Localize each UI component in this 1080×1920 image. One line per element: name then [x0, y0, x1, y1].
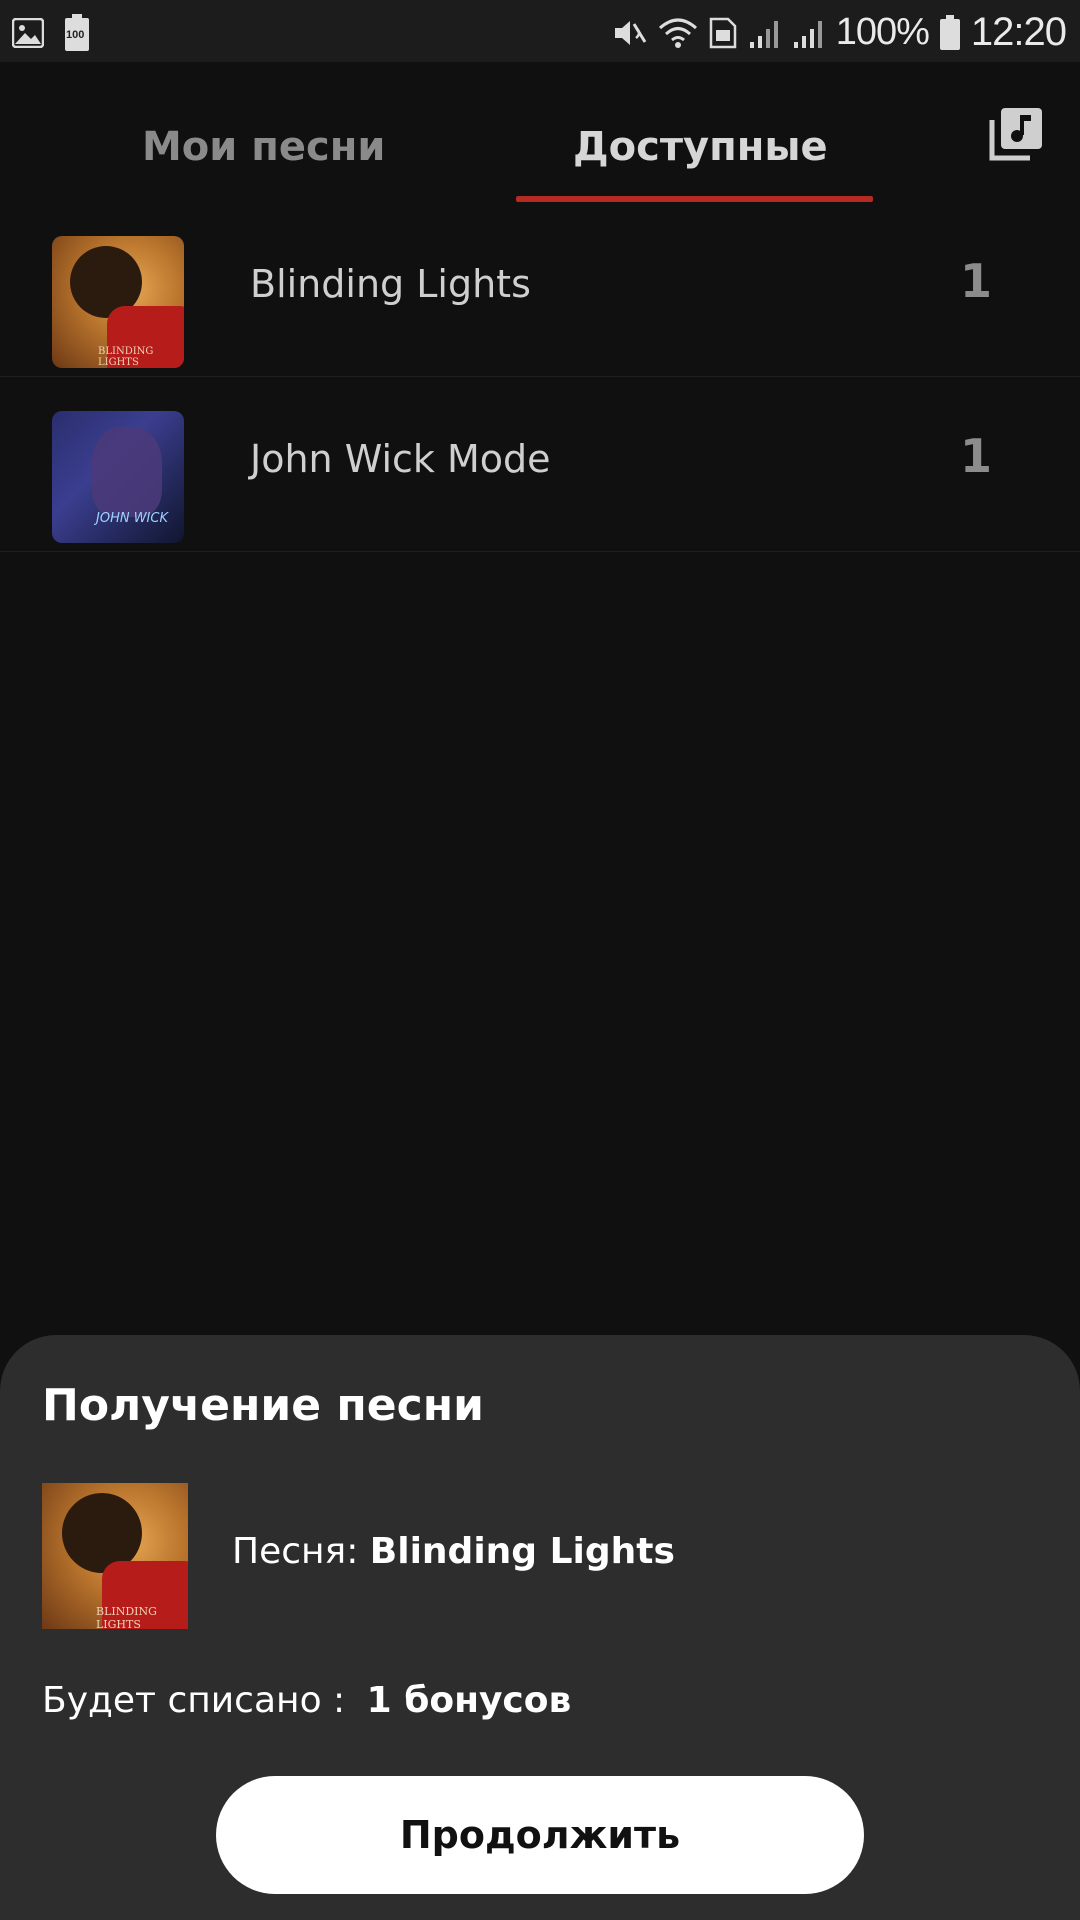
music-library-icon	[988, 108, 1044, 166]
gallery-icon	[12, 18, 44, 48]
cover-figure-face	[92, 427, 162, 517]
list-item[interactable]: JOHN WICK John Wick Mode 1	[0, 377, 1080, 552]
cover-text: BLINDING LIGHTS	[96, 1605, 157, 1629]
cover-text: BLINDING LIGHTS	[98, 346, 154, 368]
battery-percent: 100%	[835, 11, 930, 53]
status-bar: 100 100% 12:20	[0, 0, 1080, 62]
cost-value: 1 бонусов	[366, 1680, 572, 1721]
cost-line: Будет списано : 1 бонусов	[42, 1680, 571, 1721]
album-cover: BLINDING LIGHTS	[52, 236, 184, 368]
battery-saver-label: 100	[66, 29, 85, 41]
cost-label: Будет списано :	[42, 1680, 346, 1721]
battery-icon	[939, 14, 961, 51]
song-title: Blinding Lights	[250, 262, 531, 306]
signal-icon	[748, 16, 782, 50]
song-label: Песня:	[232, 1531, 359, 1572]
mute-icon	[612, 16, 648, 50]
music-library-button[interactable]	[988, 106, 1044, 162]
sheet-title: Получение песни	[42, 1380, 484, 1431]
continue-button[interactable]: Продолжить	[216, 1776, 864, 1894]
tab-available[interactable]: Доступные	[573, 124, 828, 170]
song-title: John Wick Mode	[250, 437, 551, 481]
song-count: 1	[960, 429, 993, 483]
wifi-icon	[658, 16, 698, 50]
album-cover: JOHN WICK	[52, 411, 184, 543]
album-cover: BLINDING LIGHTS	[42, 1483, 188, 1629]
selected-song-line: Песня: Blinding Lights	[232, 1531, 675, 1572]
song-count: 1	[960, 254, 993, 308]
tab-bar: Мои песни Доступные	[0, 62, 1080, 202]
song-name: Blinding Lights	[369, 1531, 675, 1572]
signal-icon	[792, 16, 826, 50]
battery-saver-icon: 100	[64, 14, 90, 52]
cover-text: JOHN WICK	[96, 511, 168, 526]
song-list: BLINDING LIGHTS Blinding Lights 1 JOHN W…	[0, 202, 1080, 552]
clock: 12:20	[970, 10, 1067, 54]
purchase-bottom-sheet: Получение песни BLINDING LIGHTS Песня: B…	[0, 1335, 1080, 1920]
list-item[interactable]: BLINDING LIGHTS Blinding Lights 1	[0, 202, 1080, 377]
tab-my-songs[interactable]: Мои песни	[142, 124, 385, 170]
sim-hd-icon	[708, 16, 738, 50]
